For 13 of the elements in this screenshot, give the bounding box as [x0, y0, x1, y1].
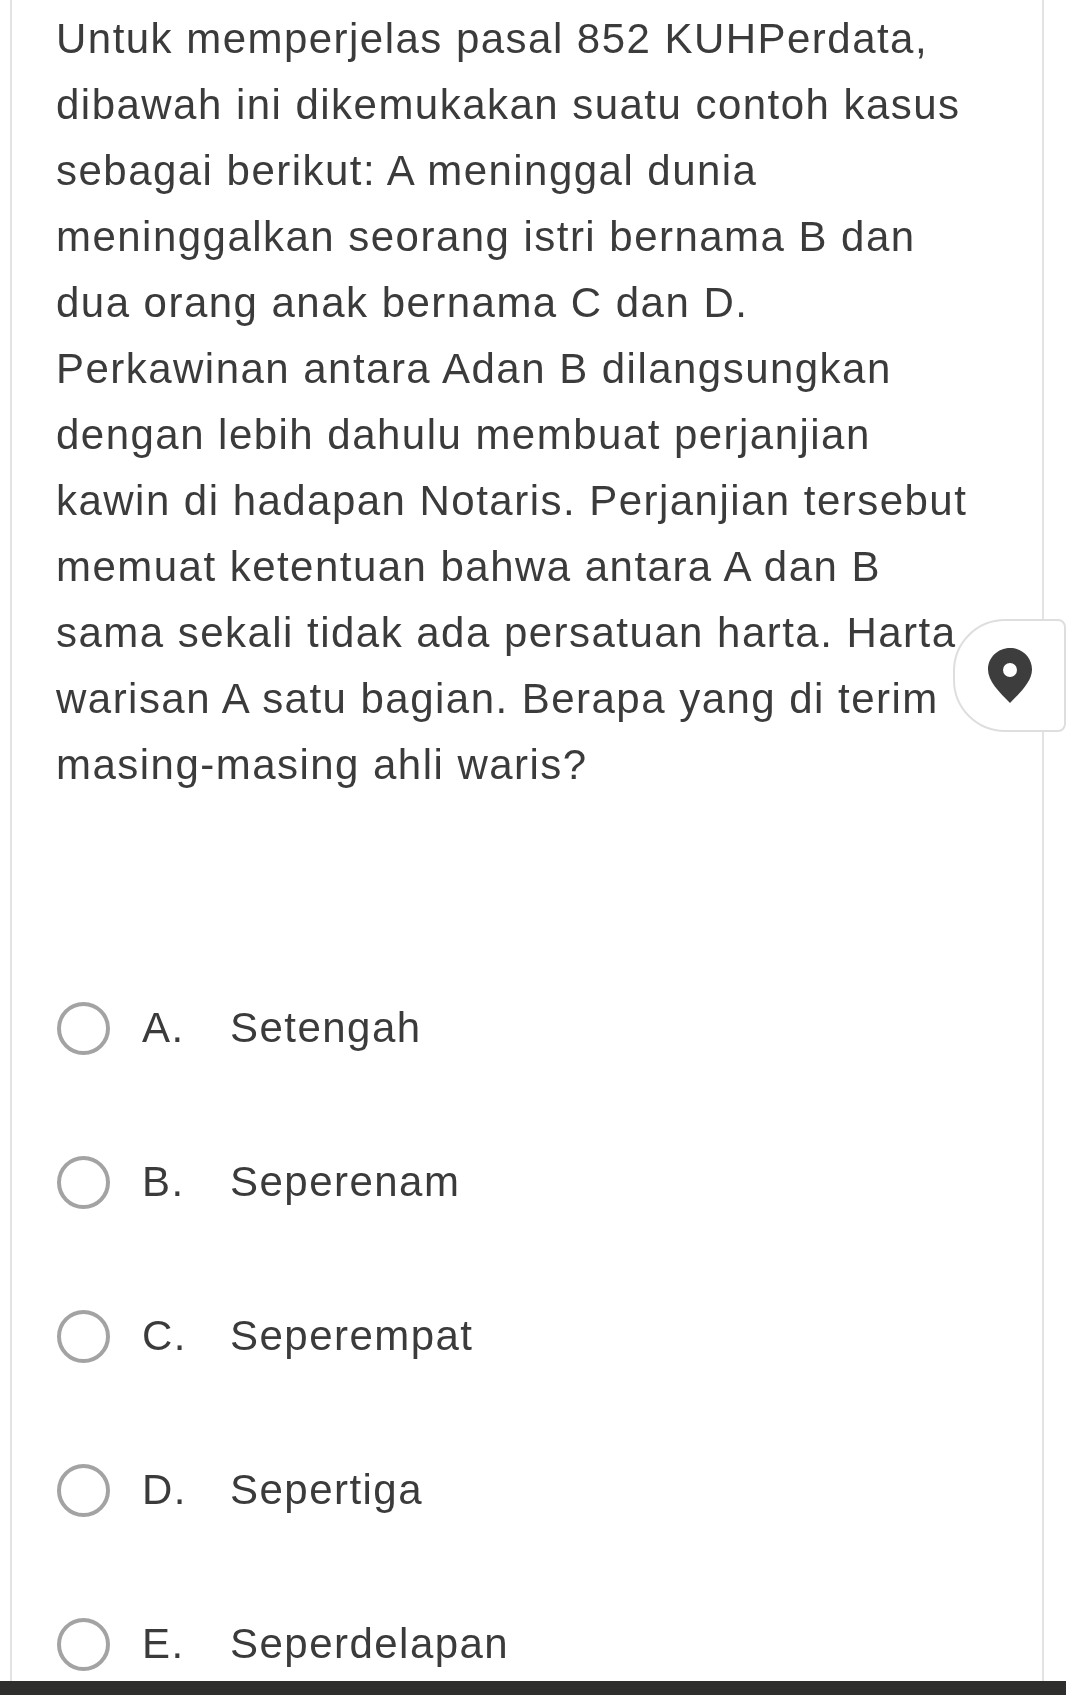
- map-pin-icon: [987, 648, 1032, 703]
- answer-option[interactable]: A. Setengah: [57, 998, 430, 1058]
- radio-button[interactable]: [57, 1309, 110, 1363]
- radio-button[interactable]: [57, 1155, 110, 1209]
- radio-button[interactable]: [57, 1001, 110, 1055]
- answer-option[interactable]: B. Seperenam: [57, 1152, 469, 1212]
- answer-option[interactable]: C. Seperempat: [57, 1306, 482, 1366]
- question-text: Untuk memperjelas pasal 852 KUHPerdata, dibawah ini dikemukakan suatu contoh kasus sebagai berikut: A meninggal dunia meninggalkan seorang istri bernama B dan dua orang anak bernama C dan D. Perkawinan antara Adan B dilangsungkan dengan lebih dahulu membuat perjanjian kawin di hadapan Notaris. Perjanjian tersebut memuat ketentuan bahwa antara A dan B sama sekali tidak ada persatuan harta. Harta warisan A satu bagian. Berapa yang di terim masing-masing ahli waris?: [56, 14, 968, 790]
- radio-button[interactable]: [57, 1617, 110, 1671]
- answer-option[interactable]: D. Sepertiga: [57, 1460, 432, 1520]
- location-button[interactable]: [953, 619, 1066, 732]
- answer-option[interactable]: E. Seperdelapan: [57, 1614, 518, 1674]
- radio-button[interactable]: [57, 1463, 110, 1517]
